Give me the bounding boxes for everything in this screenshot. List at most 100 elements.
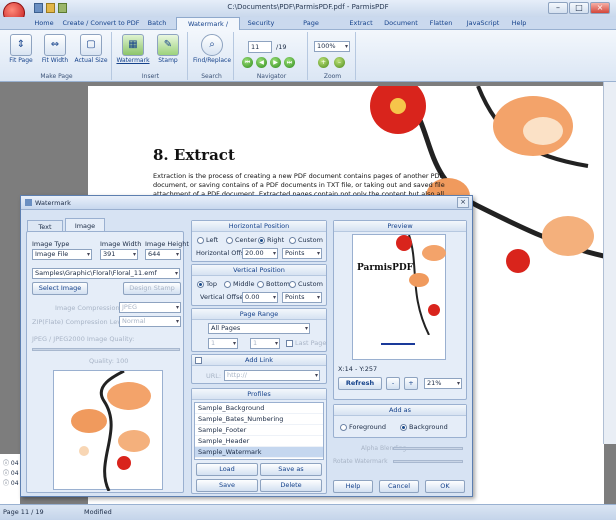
- zip-level-select[interactable]: Normal: [119, 316, 181, 327]
- tab-document[interactable]: Document: [382, 17, 420, 30]
- image-type-select[interactable]: Image File: [32, 249, 92, 260]
- zoom-select[interactable]: 100%: [314, 41, 350, 52]
- horizontal-unit-select[interactable]: Points: [282, 248, 322, 259]
- radio-background[interactable]: [400, 424, 407, 431]
- tab-batch[interactable]: Batch: [142, 17, 172, 30]
- image-height-label: Image Height: [145, 240, 189, 248]
- cancel-button[interactable]: Cancel: [379, 480, 419, 493]
- last-page-checkbox[interactable]: [286, 340, 293, 347]
- fit-page-icon: ⇕: [10, 34, 32, 56]
- tab-flatten[interactable]: Flatten: [424, 17, 458, 30]
- image-height-input[interactable]: 644: [145, 249, 181, 260]
- close-button[interactable]: ×: [590, 2, 610, 14]
- rotate-watermark-slider[interactable]: [393, 460, 463, 463]
- page-range-select[interactable]: All Pages: [208, 323, 310, 334]
- tab-help[interactable]: Help: [508, 17, 530, 30]
- radio-background-label: Background: [409, 423, 448, 431]
- vertical-unit-select[interactable]: Points: [282, 292, 322, 303]
- maximize-button[interactable]: □: [569, 2, 589, 14]
- add-link-panel: Add Link URL: http://: [191, 354, 327, 384]
- tab-watermark-stamp[interactable]: Watermark / Stamp: [176, 17, 240, 41]
- preview-title: Preview: [334, 221, 466, 232]
- radio-center[interactable]: [226, 237, 233, 244]
- load-button[interactable]: Load: [196, 463, 258, 476]
- previous-page-icon[interactable]: ◀: [256, 57, 267, 68]
- actual-size-button[interactable]: ▢ Actual Size: [74, 34, 108, 64]
- tab-create-convert[interactable]: Create / Convert to PDF: [62, 17, 140, 30]
- dialog-title-bar[interactable]: Watermark ×: [21, 196, 472, 210]
- save-as-button[interactable]: Save as: [260, 463, 322, 476]
- zoom-out-icon[interactable]: –: [334, 57, 345, 68]
- horizontal-position-title: Horizontal Position: [192, 221, 326, 232]
- zoom-in-button[interactable]: +: [404, 377, 418, 390]
- tab-extract[interactable]: Extract: [344, 17, 378, 30]
- radio-left[interactable]: [197, 237, 204, 244]
- ok-button[interactable]: OK: [425, 480, 465, 493]
- select-image-button[interactable]: Select Image: [32, 282, 88, 295]
- radio-foreground[interactable]: [340, 424, 347, 431]
- preview-zoom-select[interactable]: 21%: [424, 378, 462, 389]
- vertical-offset-input[interactable]: 0.00: [242, 292, 278, 303]
- tab-page-manipulation[interactable]: Page Manipulation: [282, 17, 340, 40]
- fit-width-button[interactable]: ⇔ Fit Width: [40, 34, 70, 64]
- tab-security[interactable]: Security: [244, 17, 278, 30]
- image-width-input[interactable]: 391: [100, 249, 138, 260]
- stamp-button[interactable]: ✎ Stamp: [152, 34, 184, 64]
- find-replace-button[interactable]: ⌕ Find/Replace: [192, 34, 232, 64]
- image-thumbnail: [53, 369, 163, 492]
- find-replace-label: Find/Replace: [192, 57, 232, 64]
- preview-coords: X:14 - Y:257: [338, 365, 378, 373]
- group-zoom: 100% + – Zoom: [310, 32, 356, 80]
- image-path-input[interactable]: Samples\Graphic\Floral\Floral_11.emf: [32, 268, 180, 279]
- vertical-scrollbar[interactable]: [603, 82, 616, 444]
- radio-top[interactable]: [197, 281, 204, 288]
- minimize-button[interactable]: –: [548, 2, 568, 14]
- dialog-close-icon[interactable]: ×: [457, 197, 469, 208]
- save-button[interactable]: Save: [196, 479, 258, 492]
- list-item[interactable]: Sample_Bates_Numbering: [195, 414, 323, 425]
- list-item[interactable]: Sample_Watermark: [195, 447, 323, 458]
- tab-image[interactable]: Image: [65, 218, 105, 232]
- horizontal-offset-input[interactable]: 20.00: [242, 248, 278, 259]
- first-page-icon[interactable]: ⏮: [242, 57, 253, 68]
- alpha-blending-slider[interactable]: [393, 447, 463, 450]
- help-button[interactable]: Help: [333, 480, 373, 493]
- list-item[interactable]: Sample_Header: [195, 436, 323, 447]
- radio-right[interactable]: [258, 237, 265, 244]
- save-icon[interactable]: [34, 3, 43, 13]
- page-to-input[interactable]: 1: [250, 338, 280, 349]
- page-from-input[interactable]: 1: [208, 338, 238, 349]
- list-item[interactable]: Sample_Footer: [195, 425, 323, 436]
- refresh-button[interactable]: Refresh: [338, 377, 382, 390]
- radio-custom[interactable]: [289, 237, 296, 244]
- zoom-in-icon[interactable]: +: [318, 57, 329, 68]
- last-page-icon[interactable]: ⏭: [284, 57, 295, 68]
- status-modified: Modified: [84, 508, 112, 516]
- group-search: ⌕ Find/Replace Search: [190, 32, 234, 80]
- add-link-title: Add Link: [192, 355, 326, 366]
- quick-access-toolbar: [32, 3, 72, 14]
- radio-bottom[interactable]: [257, 281, 264, 288]
- undo-icon[interactable]: [58, 3, 67, 13]
- url-input[interactable]: http://: [224, 370, 320, 381]
- add-link-checkbox[interactable]: [195, 357, 202, 364]
- delete-button[interactable]: Delete: [260, 479, 322, 492]
- list-item[interactable]: Sample_Background: [195, 403, 323, 414]
- radio-custom-vertical[interactable]: [289, 281, 296, 288]
- radio-left-label: Left: [206, 236, 219, 244]
- tab-home[interactable]: Home: [30, 17, 58, 30]
- image-panel: Image Type Image Width Image Height Imag…: [26, 231, 189, 493]
- tab-javascript[interactable]: JavaScript: [462, 17, 504, 30]
- open-icon[interactable]: [46, 3, 55, 13]
- radio-middle[interactable]: [224, 281, 231, 288]
- page-number-input[interactable]: 11: [248, 41, 272, 53]
- watermark-button[interactable]: ▦ Watermark: [116, 34, 150, 64]
- quality-value: Quality: 100: [89, 357, 129, 365]
- design-stamp-button[interactable]: Design Stamp: [123, 282, 181, 295]
- quality-slider[interactable]: [32, 348, 180, 351]
- compression-select[interactable]: JPEG: [119, 302, 181, 313]
- next-page-icon[interactable]: ▶: [270, 57, 281, 68]
- fit-page-button[interactable]: ⇕ Fit Page: [6, 34, 36, 64]
- zoom-out-button[interactable]: -: [386, 377, 400, 390]
- profiles-list[interactable]: Sample_Background Sample_Bates_Numbering…: [194, 402, 324, 460]
